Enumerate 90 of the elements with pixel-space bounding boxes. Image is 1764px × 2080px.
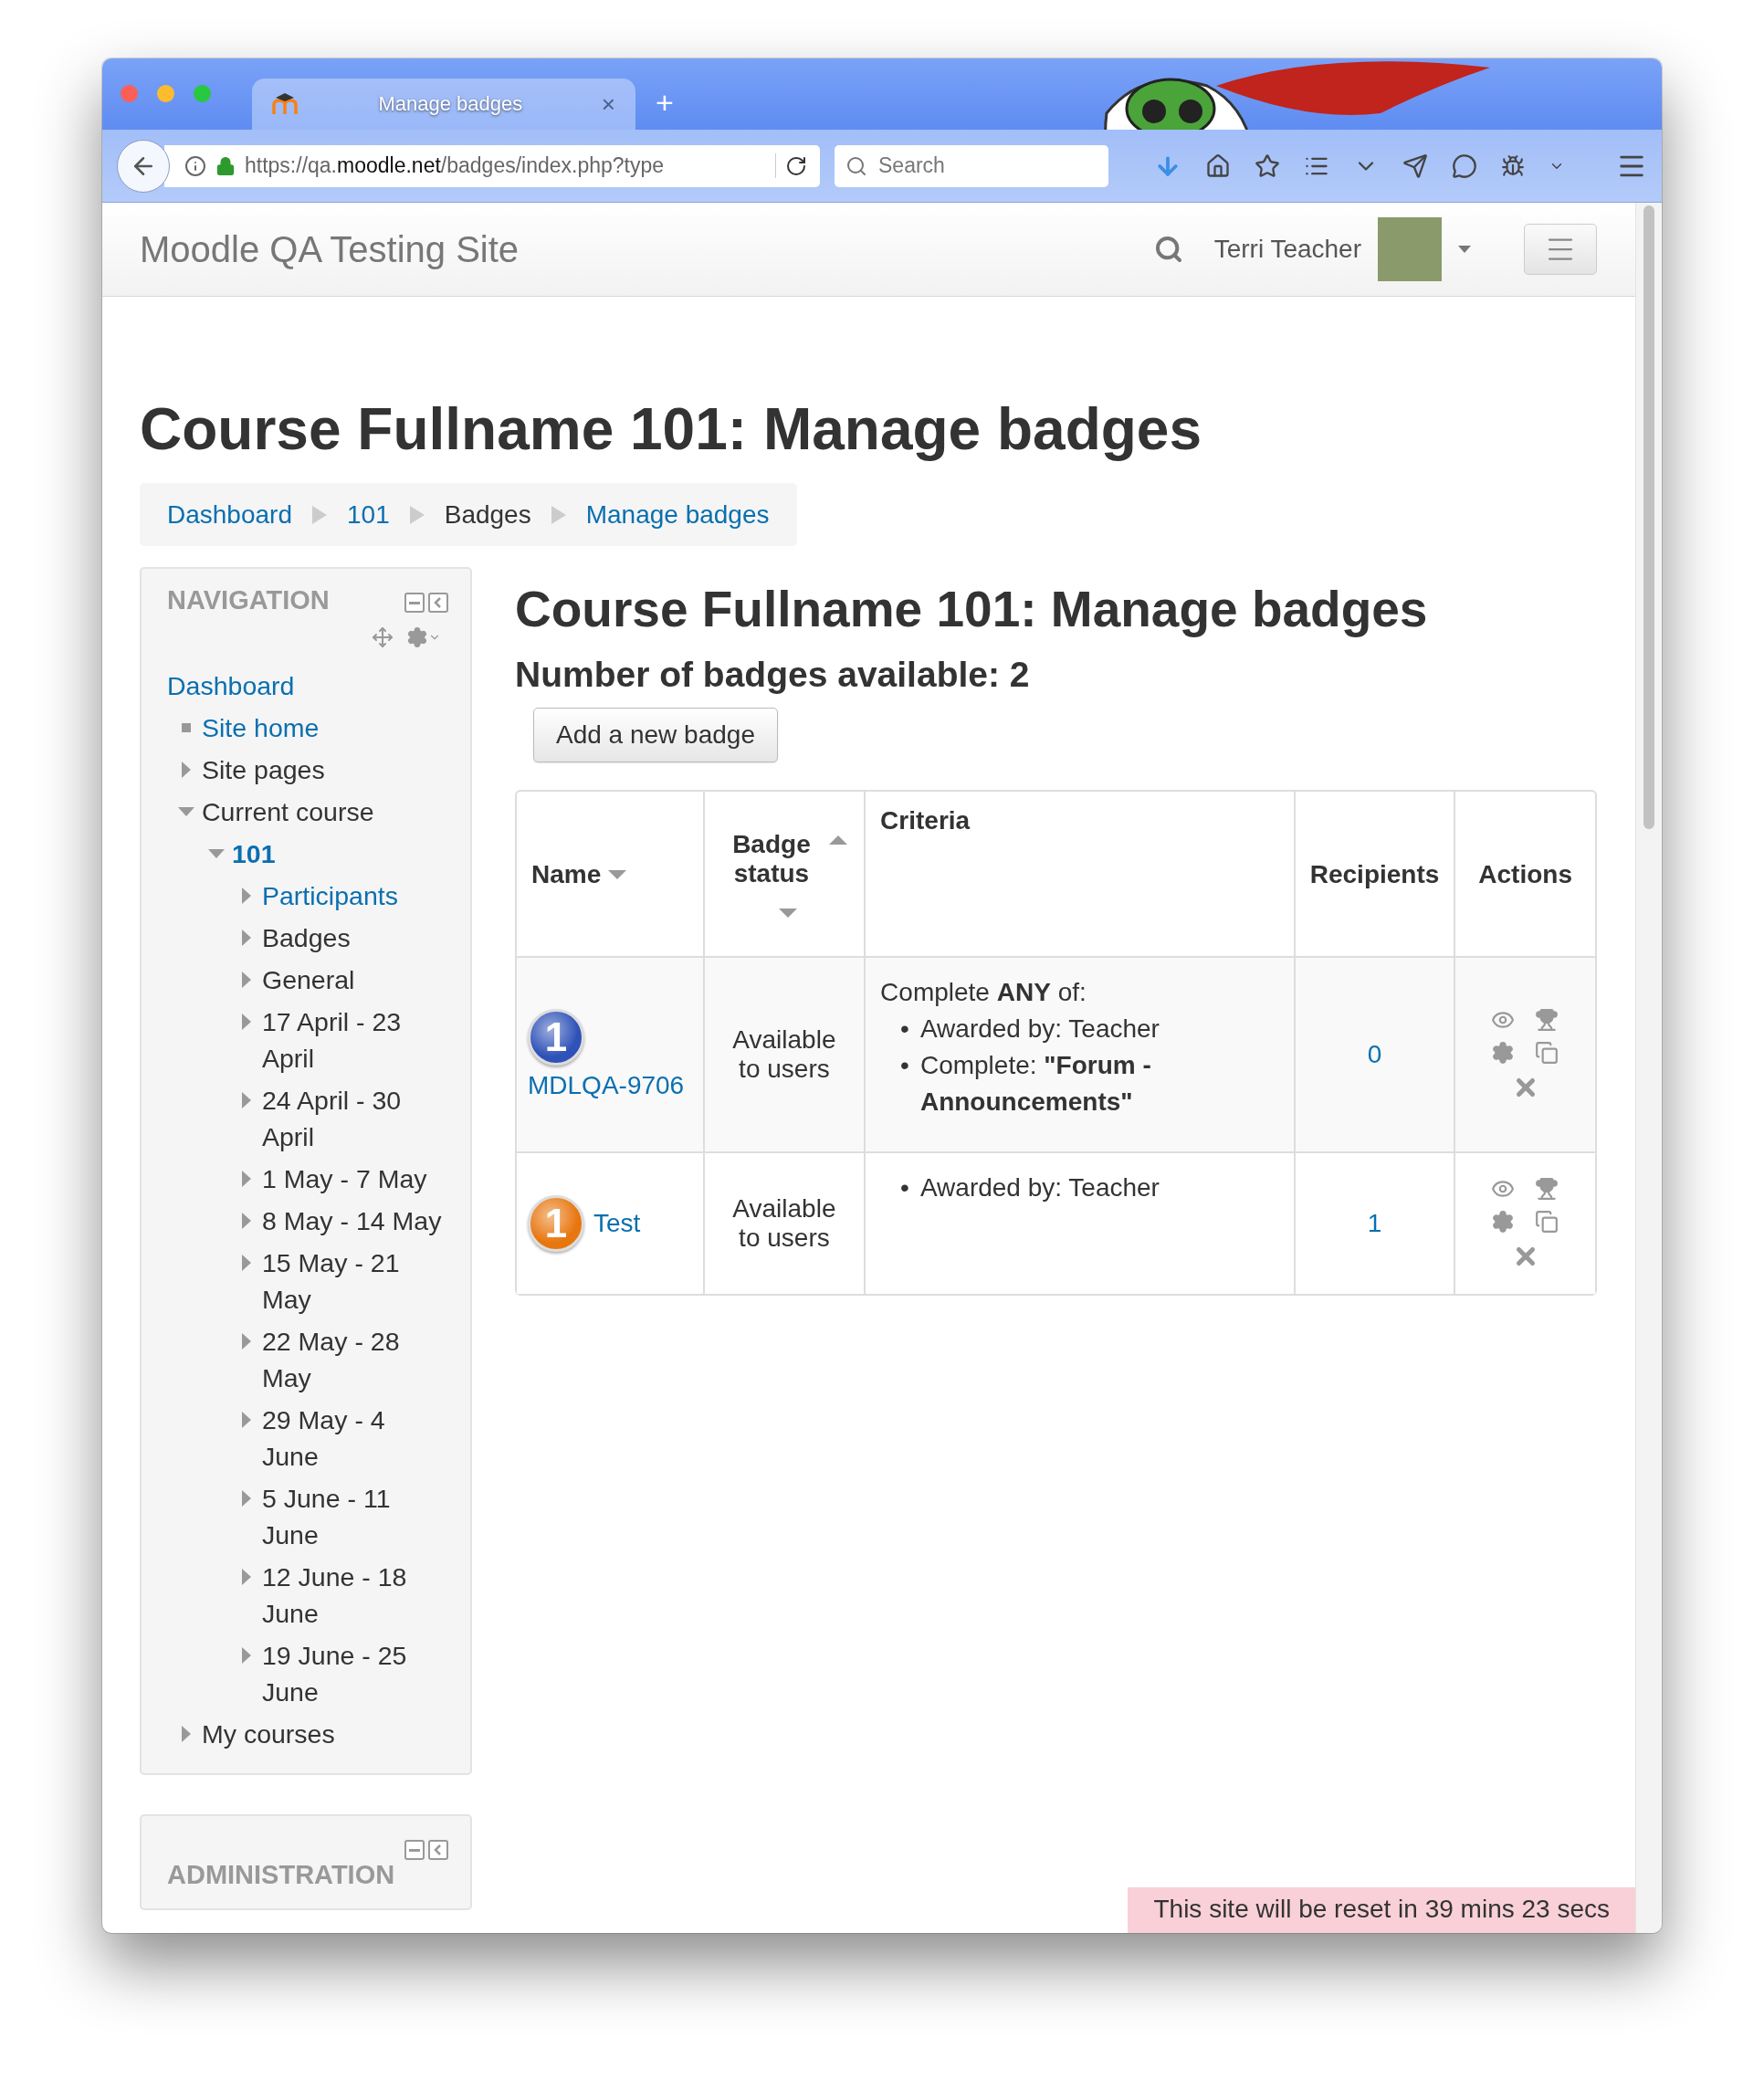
breadcrumb-separator-icon bbox=[312, 505, 327, 524]
breadcrumb-item[interactable]: Badges bbox=[444, 499, 531, 530]
block-title: ADMINISTRATION bbox=[167, 1860, 395, 1889]
recipients-link[interactable]: 1 bbox=[1367, 1209, 1382, 1237]
sort-down-icon[interactable] bbox=[778, 908, 797, 918]
navigation-link[interactable]: 15 May - 21 May bbox=[262, 1245, 448, 1318]
reset-notice: This site will be reset in 39 mins 23 secs bbox=[1128, 1887, 1635, 1933]
trophy-icon[interactable] bbox=[1534, 1177, 1559, 1201]
navigation-link[interactable]: 5 June - 11 June bbox=[262, 1480, 448, 1553]
reload-icon[interactable] bbox=[785, 154, 807, 177]
send-icon[interactable] bbox=[1402, 152, 1428, 179]
navigation-link[interactable]: 22 May - 28 May bbox=[262, 1323, 448, 1396]
breadcrumb-separator-icon bbox=[551, 505, 566, 524]
square-bullet-icon bbox=[182, 723, 191, 732]
section-heading: Course Fullname 101: Manage badges bbox=[515, 580, 1429, 638]
chat-bubble-icon[interactable] bbox=[1452, 152, 1477, 179]
collapse-block-icon[interactable] bbox=[404, 1840, 425, 1860]
navigation-link[interactable]: Participants bbox=[262, 877, 398, 914]
moodle-logo-icon bbox=[272, 92, 299, 116]
bug-icon[interactable] bbox=[1501, 153, 1525, 178]
column-header: Recipients bbox=[1309, 859, 1440, 889]
navigation-link[interactable]: 29 May - 4 June bbox=[262, 1402, 448, 1475]
page-title: Course Fullname 101: Manage badges bbox=[140, 395, 1202, 463]
scrollbar[interactable] bbox=[1635, 203, 1662, 1933]
copy-icon[interactable] bbox=[1534, 1210, 1559, 1234]
collapse-block-icon[interactable] bbox=[404, 593, 425, 613]
block-title: NAVIGATION bbox=[167, 585, 330, 615]
navigation-link[interactable]: Badges bbox=[262, 919, 351, 956]
badge-image: 1 bbox=[528, 1195, 584, 1252]
navigation-link[interactable]: Current course bbox=[202, 793, 374, 830]
breadcrumb-link[interactable]: 101 bbox=[347, 499, 390, 530]
dock-block-icon[interactable] bbox=[428, 1840, 448, 1860]
lock-icon bbox=[215, 155, 236, 176]
gear-menu-icon[interactable] bbox=[406, 626, 441, 648]
add-badge-button[interactable]: Add a new badge bbox=[533, 708, 778, 762]
navigation-link[interactable]: 17 April - 23 April bbox=[262, 1003, 448, 1077]
settings-icon[interactable] bbox=[1490, 1210, 1515, 1234]
criteria-intro: Complete ANY of: bbox=[880, 977, 1087, 1008]
address-bar[interactable]: https://qa.moodle.net/badges/index.php?type bbox=[164, 144, 820, 187]
badge-count: Number of badges available: 2 bbox=[515, 655, 1031, 695]
column-header: Criteria bbox=[880, 805, 971, 835]
navigation-link[interactable]: 19 June - 25 June bbox=[262, 1637, 448, 1710]
sort-up-icon[interactable] bbox=[828, 835, 847, 845]
settings-icon[interactable] bbox=[1490, 1041, 1515, 1065]
badge-image: 1 bbox=[528, 1009, 584, 1066]
column-header: Actions bbox=[1478, 859, 1572, 889]
criteria-item: Complete: "Forum - Announcements" bbox=[919, 1050, 1152, 1118]
move-icon[interactable] bbox=[372, 626, 394, 648]
navigation-link[interactable]: My courses bbox=[202, 1716, 335, 1752]
search-icon bbox=[845, 154, 867, 177]
badge-status: Available to users bbox=[732, 1025, 836, 1083]
tab-title: Manage badges bbox=[377, 92, 524, 116]
trophy-icon[interactable] bbox=[1534, 1008, 1559, 1032]
navigation-link[interactable]: 24 April - 30 April bbox=[262, 1082, 448, 1155]
search-field[interactable]: Search bbox=[835, 144, 1108, 187]
caret-icon[interactable] bbox=[1458, 246, 1471, 253]
criteria-item: Awarded by: Teacher bbox=[919, 1172, 1160, 1203]
user-name[interactable]: Terri Teacher bbox=[1213, 235, 1361, 264]
sort-down-icon[interactable] bbox=[608, 869, 627, 879]
scrollbar-thumb[interactable] bbox=[1643, 205, 1654, 829]
navigation-link[interactable]: 101 bbox=[232, 835, 276, 872]
bookmark-star-icon[interactable] bbox=[1255, 152, 1280, 179]
breadcrumb-link[interactable]: Manage badges bbox=[585, 499, 770, 530]
column-header[interactable]: Badge status bbox=[720, 830, 822, 888]
navigation-link[interactable]: 8 May - 14 May bbox=[262, 1203, 442, 1239]
criteria-item: Awarded by: Teacher bbox=[919, 1014, 1160, 1045]
home-icon[interactable] bbox=[1205, 152, 1231, 179]
breadcrumb-separator-icon bbox=[409, 505, 425, 524]
column-header[interactable]: Name bbox=[531, 859, 602, 889]
bullet: • bbox=[900, 1050, 909, 1081]
minimize-window-button[interactable] bbox=[157, 85, 174, 102]
navigation-link[interactable]: 12 June - 18 June bbox=[262, 1559, 448, 1632]
badge-status: Available to users bbox=[732, 1194, 836, 1252]
navigation-link[interactable]: Site home bbox=[202, 709, 320, 746]
bullet: • bbox=[900, 1172, 909, 1203]
dock-block-icon[interactable] bbox=[428, 593, 448, 613]
search-icon[interactable] bbox=[1153, 235, 1183, 264]
badge-name-link[interactable]: MDLQA-9706 bbox=[528, 1071, 685, 1100]
navigation-link[interactable]: Site pages bbox=[202, 751, 325, 788]
site-name[interactable]: Moodle QA Testing Site bbox=[140, 228, 520, 270]
recipients-link[interactable]: 0 bbox=[1367, 1040, 1382, 1068]
copy-icon[interactable] bbox=[1534, 1041, 1559, 1065]
info-icon[interactable] bbox=[184, 154, 206, 177]
navigation-link[interactable]: General bbox=[262, 961, 355, 998]
breadcrumb-link[interactable]: Dashboard bbox=[167, 499, 292, 530]
badge-name-link[interactable]: Test bbox=[593, 1209, 641, 1238]
bullet: • bbox=[900, 1014, 909, 1045]
menu-button[interactable] bbox=[1524, 224, 1597, 275]
navigation-link[interactable]: Dashboard bbox=[167, 667, 295, 704]
navigation-link[interactable]: 1 May - 7 May bbox=[262, 1161, 427, 1197]
